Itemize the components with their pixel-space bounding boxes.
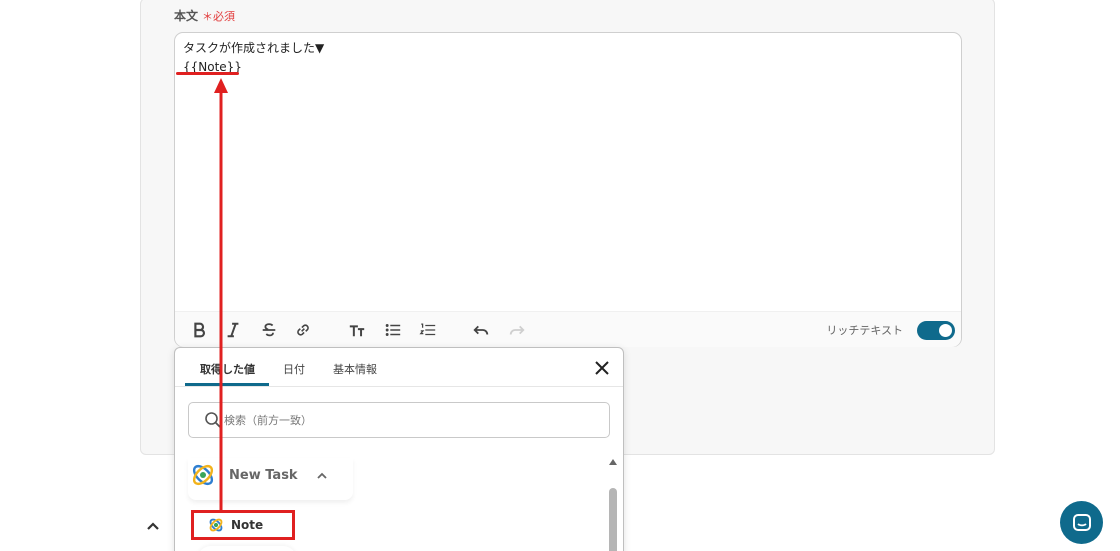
- group-title: New Task: [229, 468, 298, 483]
- chat-icon: [1072, 513, 1091, 531]
- bold-icon[interactable]: [189, 320, 209, 340]
- numbered-list-icon[interactable]: [418, 320, 438, 340]
- font-size-icon[interactable]: [347, 320, 367, 340]
- scrollbar-thumb[interactable]: [609, 488, 617, 551]
- strikethrough-icon[interactable]: [259, 320, 279, 340]
- close-icon[interactable]: [593, 359, 611, 377]
- chevron-up-icon[interactable]: [316, 470, 328, 482]
- redo-icon[interactable]: [507, 320, 527, 340]
- toggle-knob: [939, 324, 952, 337]
- body-editor[interactable]: タスクが作成されました▼ {{Note}} リッチテキスト: [174, 32, 962, 347]
- chat-support-button[interactable]: [1060, 501, 1103, 544]
- tab-basic-info[interactable]: 基本情報: [333, 361, 377, 377]
- search-input[interactable]: [224, 411, 594, 429]
- group-new-task[interactable]: New Task: [188, 458, 353, 500]
- undo-icon[interactable]: [471, 320, 491, 340]
- page: 本文 ＊必須 タスクが作成されました▼ {{Note}} リッチテキスト 取得し…: [0, 0, 1120, 551]
- tab-acquired-values[interactable]: 取得した値: [200, 361, 255, 377]
- body-label-text: 本文: [174, 9, 199, 23]
- bulleted-list-icon[interactable]: [383, 320, 403, 340]
- app-logo-icon: [192, 464, 214, 486]
- list-item[interactable]: [197, 546, 297, 551]
- required-mark: ＊必須: [202, 10, 236, 23]
- italic-icon[interactable]: [223, 320, 243, 340]
- search-icon: [205, 412, 221, 428]
- annotation-underline: [176, 72, 239, 75]
- body-field-label: 本文 ＊必須: [174, 7, 235, 24]
- tab-date[interactable]: 日付: [283, 361, 305, 377]
- annotation-highlight-box: [191, 510, 295, 540]
- rich-text-label: リッチテキスト: [826, 324, 903, 337]
- chevron-up-icon[interactable]: [146, 520, 160, 532]
- picker-tabs: 取得した値 日付 基本情報: [175, 348, 623, 387]
- editor-toolbar: リッチテキスト: [175, 311, 961, 347]
- link-icon[interactable]: [293, 320, 313, 340]
- search-box: [188, 402, 610, 438]
- editor-line-1: タスクが作成されました▼: [183, 41, 325, 55]
- rich-text-toggle[interactable]: [917, 321, 955, 340]
- scroll-up-icon[interactable]: [608, 458, 618, 466]
- active-tab-indicator: [185, 383, 269, 386]
